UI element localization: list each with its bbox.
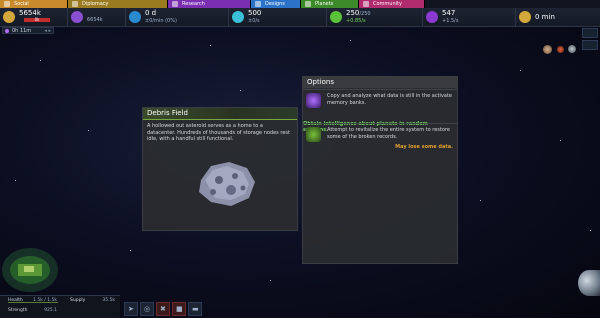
- planet-icon[interactable]: [568, 45, 576, 53]
- energy-icon: [232, 11, 244, 23]
- research-tab-icon: [172, 1, 178, 7]
- research-rate: ±0/min (0%): [145, 18, 177, 24]
- scan-icon: ◎: [144, 305, 151, 313]
- tab-label: Diplomacy: [82, 1, 109, 7]
- research-icon: [129, 11, 141, 23]
- top-tab-bar: Social Diplomacy Research Designs Planet…: [0, 0, 600, 8]
- resource-bar: 5654k 0k 6654k 0 d ±0/min (0%) 500 ±0/s …: [0, 8, 600, 27]
- planet-icon[interactable]: [557, 46, 564, 53]
- tab-social[interactable]: Social: [0, 0, 68, 8]
- research-resource[interactable]: 0 d ±0/min (0%): [126, 8, 229, 26]
- time-value: 0 min: [535, 13, 555, 21]
- tab-diplomacy[interactable]: Diplomacy: [68, 0, 168, 8]
- research-value: 0 d: [145, 9, 157, 17]
- influence-value: 6654k: [87, 17, 103, 23]
- option-effect: May lose some data.: [395, 144, 453, 150]
- action-bar: ➤ ◎ ✖ ■ ▬: [124, 302, 204, 316]
- tab-label: Social: [14, 1, 29, 7]
- tab-community[interactable]: Community: [359, 0, 425, 8]
- repair-icon: [306, 127, 321, 142]
- stat-label: Supply: [70, 298, 86, 303]
- game-timer[interactable]: 0h 11m ◂ ▸: [2, 27, 54, 34]
- asteroid-image: [199, 162, 255, 206]
- growth-cap: /250: [359, 11, 371, 17]
- option-text: Copy and analyze what data is still in t…: [327, 93, 452, 106]
- timer-label: 0h 11m: [12, 28, 32, 34]
- strength-stat: Strength 925.1: [0, 307, 60, 314]
- stat-label: Strength: [8, 308, 28, 313]
- planet-icon: [305, 1, 311, 7]
- supply-stat: Supply 35.5k: [62, 297, 118, 304]
- money-value: 5654k: [19, 9, 41, 17]
- growth-resource[interactable]: 250/250 +0.85/s: [327, 8, 423, 26]
- minimap[interactable]: [0, 240, 70, 295]
- tab-label: Community: [373, 1, 402, 7]
- dark-matter-resource[interactable]: 547 +1.5/s: [423, 8, 516, 26]
- disband-button[interactable]: ■: [172, 302, 186, 316]
- growth-rate: +0.85/s: [346, 18, 366, 24]
- time-icon: [519, 11, 531, 23]
- influence-icon: [71, 11, 83, 23]
- energy-value: 500: [248, 9, 262, 17]
- money-debt-badge: 0k: [24, 18, 50, 22]
- energy-resource[interactable]: 500 ±0/s: [229, 8, 327, 26]
- fleet-button[interactable]: ▬: [188, 302, 202, 316]
- tab-label: Planets: [315, 1, 334, 7]
- fleet-stats: Health 1.5k / 1.5k Supply 35.5k Strength 92…: [0, 295, 120, 318]
- tab-research[interactable]: Research: [168, 0, 251, 8]
- fleet-icon: ▬: [192, 305, 199, 313]
- speed-arrows-icon[interactable]: ◂ ▸: [44, 28, 51, 35]
- option-revitalize-system[interactable]: Attempt to revitalize the entire system …: [303, 123, 457, 154]
- planet-icon[interactable]: [578, 270, 600, 296]
- move-icon: ➤: [128, 305, 134, 313]
- social-icon: [4, 1, 10, 7]
- dark-matter-value: 547: [442, 9, 456, 17]
- tab-label: Research: [182, 1, 205, 7]
- timer-icon: [5, 29, 9, 33]
- growth-icon: [330, 11, 342, 23]
- influence-resource[interactable]: 6654k: [68, 8, 126, 26]
- money-icon: [3, 11, 15, 23]
- attack-button[interactable]: ✖: [156, 302, 170, 316]
- options-panel: Options Copy and analyze what data is st…: [302, 76, 458, 264]
- right-controls: [576, 28, 598, 58]
- map-toggle-button[interactable]: [582, 40, 598, 50]
- designs-icon: [255, 1, 261, 7]
- community-icon: [363, 1, 369, 7]
- health-bar: [8, 302, 58, 303]
- growth-value: 250: [346, 9, 360, 17]
- move-button[interactable]: ➤: [124, 302, 138, 316]
- panel-title: Options: [303, 77, 457, 89]
- money-resource[interactable]: 5654k 0k: [0, 8, 68, 26]
- stat-value: 35.5k: [102, 298, 115, 303]
- debris-field-panel: Debris Field A hollowed out asteroid ser…: [142, 107, 298, 231]
- dark-matter-icon: [426, 11, 438, 23]
- debris-description: A hollowed out asteroid serves as a home…: [147, 123, 290, 142]
- planet-icon[interactable]: [543, 45, 552, 54]
- attack-icon: ✖: [160, 305, 166, 313]
- tab-label: Designs: [265, 1, 285, 7]
- dark-matter-rate: +1.5/s: [442, 18, 459, 24]
- view-toggle-button[interactable]: [582, 28, 598, 38]
- time-resource[interactable]: 0 min: [516, 8, 600, 26]
- tab-designs[interactable]: Designs: [251, 0, 301, 8]
- scan-button[interactable]: ◎: [140, 302, 154, 316]
- energy-rate: ±0/s: [248, 18, 260, 24]
- option-text: Attempt to revitalize the entire system …: [327, 127, 450, 140]
- disband-icon: ■: [176, 305, 183, 313]
- stat-value: 925.1: [44, 308, 57, 313]
- panel-title: Debris Field: [143, 108, 297, 120]
- health-stat: Health 1.5k / 1.5k: [0, 297, 60, 304]
- intelligence-icon: [306, 93, 321, 108]
- tab-planets[interactable]: Planets: [301, 0, 359, 8]
- diplomacy-icon: [72, 1, 78, 7]
